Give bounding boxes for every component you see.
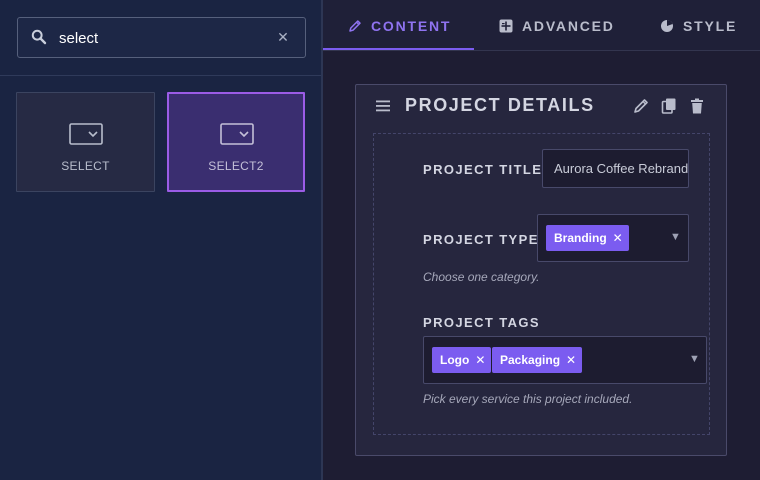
clear-search-icon[interactable]: ✕ (276, 27, 290, 47)
chip-label: Logo (440, 353, 470, 367)
drag-handle-icon[interactable] (375, 99, 391, 113)
dropdown-select-icon (220, 123, 254, 145)
widget-label: SELECT (61, 159, 110, 173)
delete-icon[interactable] (688, 97, 706, 115)
remove-chip-icon[interactable]: ✕ (566, 353, 576, 367)
widget-select[interactable]: SELECT (16, 92, 155, 192)
tab-advanced[interactable]: ADVANCED (499, 0, 615, 51)
search-input[interactable] (59, 27, 269, 49)
duplicate-icon[interactable] (660, 97, 678, 115)
widget-label: SELECT2 (208, 159, 264, 173)
chevron-down-icon: ▼ (670, 231, 681, 243)
tab-content[interactable]: CONTENT (348, 0, 451, 51)
chip-label: Branding (554, 231, 607, 245)
project-tag-chip: Logo ✕ (432, 347, 492, 373)
project-type-label: PROJECT TYPE (423, 232, 539, 247)
project-title-input[interactable] (542, 149, 689, 188)
tab-label: CONTENT (371, 17, 452, 34)
project-type-select[interactable]: Branding ✕ ▼ (537, 214, 689, 262)
palette-icon (660, 19, 674, 33)
edit-icon[interactable] (632, 97, 650, 115)
project-title-label: PROJECT TITLE (423, 162, 543, 177)
widget-select2[interactable]: SELECT2 (167, 92, 305, 192)
chip-label: Packaging (500, 353, 561, 367)
remove-chip-icon[interactable]: ✕ (613, 231, 623, 245)
dropdown-select-icon (69, 123, 103, 145)
tab-bar: CONTENT ADVANCED STYLE (323, 0, 760, 51)
settings-panel: CONTENT ADVANCED STYLE PROJECT DETAILS P… (323, 0, 760, 480)
project-type-chip: Branding ✕ (546, 225, 629, 251)
tab-style[interactable]: STYLE (660, 0, 737, 51)
project-tags-select[interactable]: Logo ✕ Packaging ✕ ▼ (423, 336, 707, 384)
project-tags-label: PROJECT TAGS (423, 315, 540, 330)
section-header: PROJECT DETAILS (356, 85, 726, 127)
search-icon (31, 29, 47, 45)
project-details-section: PROJECT DETAILS PROJECT TITLE Aurora Cof… (355, 84, 727, 456)
tab-label: ADVANCED (522, 17, 615, 34)
remove-chip-icon[interactable]: ✕ (475, 353, 485, 367)
search-bar: ✕ (0, 0, 321, 76)
tab-label: STYLE (683, 17, 738, 34)
chevron-down-icon: ▼ (689, 353, 700, 365)
widget-panel: ✕ SELECT SELECT2 (0, 0, 321, 480)
section-title: PROJECT DETAILS (405, 95, 595, 115)
search-box[interactable]: ✕ (17, 17, 306, 58)
advanced-grid-icon (499, 19, 513, 33)
pencil-icon (348, 19, 362, 33)
project-tags-help: Pick every service this project included… (423, 392, 633, 406)
active-tab-indicator (323, 48, 474, 50)
section-fields: PROJECT TITLE PROJECT TYPE Branding ✕ ▼ … (373, 133, 710, 435)
project-type-help: Choose one category. (423, 270, 540, 284)
project-tag-chip: Packaging ✕ (492, 347, 583, 373)
section-actions (632, 97, 706, 115)
